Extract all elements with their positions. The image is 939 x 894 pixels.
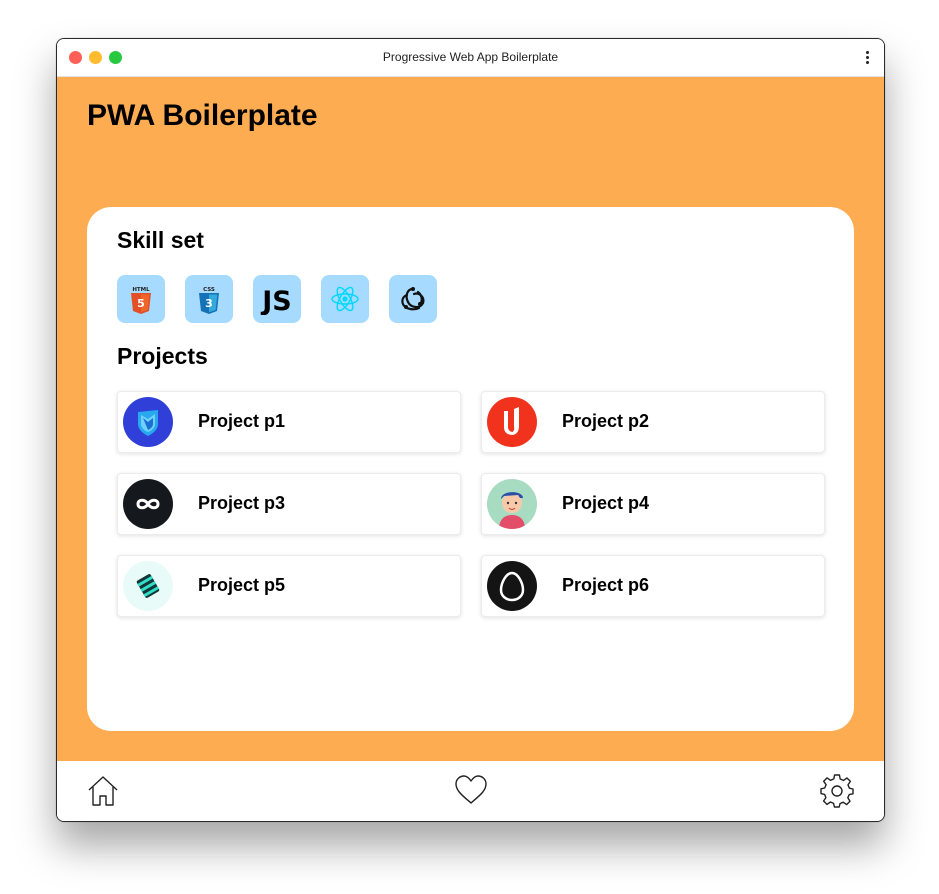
react-icon bbox=[331, 286, 359, 312]
html5-icon: HTML 5 bbox=[131, 287, 151, 314]
project-card-p2[interactable]: Project p2 bbox=[481, 391, 825, 453]
stripes-logo-icon bbox=[123, 561, 173, 611]
skill-html5[interactable]: HTML 5 bbox=[117, 275, 165, 323]
project-card-p5[interactable]: Project p5 bbox=[117, 555, 461, 617]
project-list: Project p1 Project p2 Project p3 Project… bbox=[117, 391, 825, 617]
skills-heading: Skill set bbox=[117, 227, 204, 253]
skill-javascript[interactable]: JS bbox=[253, 275, 301, 323]
app-content: PWA Boilerplate Skill set HTML 5 CSS 3 J… bbox=[57, 77, 884, 761]
main-card: Skill set HTML 5 CSS 3 JS Projects Proje… bbox=[87, 207, 854, 731]
skill-redux[interactable] bbox=[389, 275, 437, 323]
nav-home[interactable] bbox=[85, 773, 121, 809]
bottom-navigation bbox=[57, 761, 884, 821]
nav-settings[interactable] bbox=[819, 773, 855, 809]
heart-icon bbox=[455, 775, 487, 804]
project-card-p3[interactable]: Project p3 bbox=[117, 473, 461, 535]
more-menu-icon[interactable] bbox=[864, 51, 870, 65]
gear-icon bbox=[820, 774, 854, 808]
shield-logo-icon bbox=[123, 397, 173, 447]
redux-icon bbox=[401, 287, 425, 311]
egg-logo-icon bbox=[487, 561, 537, 611]
svg-text:5: 5 bbox=[137, 297, 145, 310]
project-name: Project p6 bbox=[562, 575, 650, 595]
project-card-p4[interactable]: Project p4 bbox=[481, 473, 825, 535]
css3-icon: CSS 3 bbox=[199, 287, 219, 314]
skill-react[interactable] bbox=[321, 275, 369, 323]
nav-favorites[interactable] bbox=[453, 773, 489, 809]
svg-text:CSS: CSS bbox=[203, 287, 215, 293]
project-name: Project p2 bbox=[562, 411, 650, 431]
projects-heading: Projects bbox=[117, 343, 208, 369]
skill-list: HTML 5 CSS 3 JS bbox=[117, 275, 437, 323]
svg-text:JS: JS bbox=[260, 286, 292, 315]
project-card-p1[interactable]: Project p1 bbox=[117, 391, 461, 453]
browser-window: Progressive Web App Boilerplate PWA Boil… bbox=[56, 38, 885, 822]
project-name: Project p1 bbox=[198, 411, 286, 431]
project-name: Project p3 bbox=[198, 493, 286, 513]
svg-text:3: 3 bbox=[205, 297, 213, 310]
project-name: Project p4 bbox=[562, 493, 650, 513]
javascript-icon: JS bbox=[260, 286, 292, 315]
skill-css3[interactable]: CSS 3 bbox=[185, 275, 233, 323]
svg-text:HTML: HTML bbox=[132, 287, 150, 293]
title-bar: Progressive Web App Boilerplate bbox=[57, 39, 884, 77]
project-card-p6[interactable]: Project p6 bbox=[481, 555, 825, 617]
project-name: Project p5 bbox=[198, 575, 286, 595]
avatar-logo-icon bbox=[487, 479, 537, 529]
u-logo-icon bbox=[487, 397, 537, 447]
page-title: PWA Boilerplate bbox=[87, 99, 318, 132]
window-title: Progressive Web App Boilerplate bbox=[382, 50, 559, 64]
home-icon bbox=[88, 776, 118, 806]
infinity-logo-icon bbox=[123, 479, 173, 529]
